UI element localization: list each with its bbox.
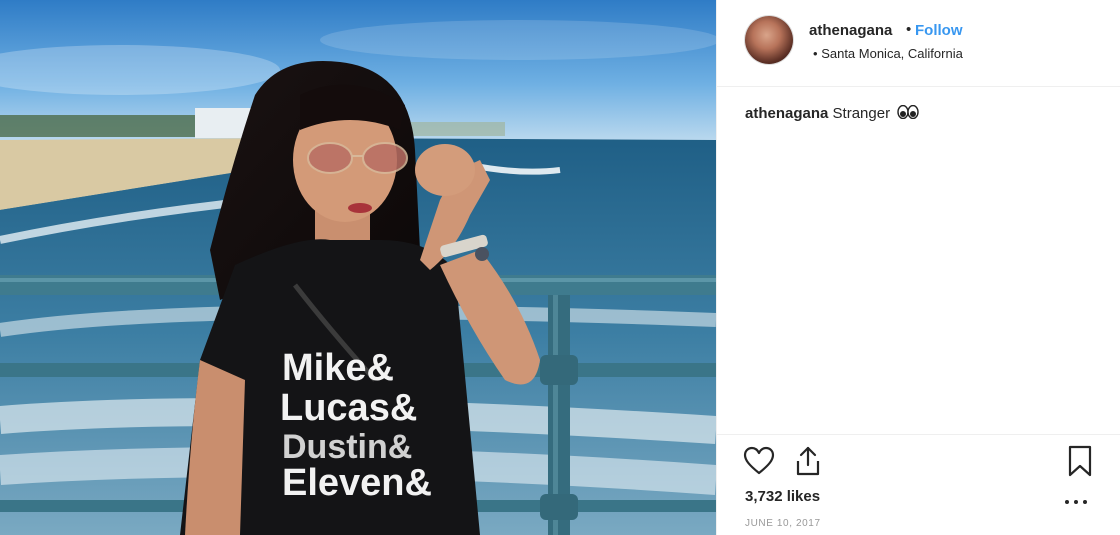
location-text: Santa Monica, California (821, 46, 963, 61)
heart-icon[interactable] (743, 446, 775, 476)
photo-illustration: Mike& Lucas& Dustin& Eleven& (0, 0, 716, 535)
shirt-line-4: Eleven& (282, 462, 432, 504)
caption-text: Stranger (832, 105, 891, 122)
likes-count[interactable]: 3,732 likes (745, 488, 820, 505)
divider (717, 434, 1120, 435)
location-link[interactable]: • Santa Monica, California (813, 46, 963, 61)
follow-button[interactable]: Follow (915, 22, 963, 39)
share-icon[interactable] (793, 445, 823, 477)
bookmark-icon[interactable] (1067, 445, 1093, 477)
shirt-line-2: Lucas& (280, 387, 417, 429)
post-side-panel: athenagana • Follow • Santa Monica, Cali… (716, 0, 1120, 535)
avatar[interactable] (745, 16, 793, 64)
post-date: JUNE 10, 2017 (745, 518, 821, 529)
separator-dot: • (906, 21, 912, 38)
more-options-icon[interactable] (1062, 492, 1092, 512)
username-link[interactable]: athenagana (809, 22, 892, 39)
post-header: athenagana • Follow • Santa Monica, Cali… (717, 0, 1120, 87)
shirt-line-3: Dustin& (282, 428, 412, 466)
post-photo[interactable]: Mike& Lucas& Dustin& Eleven& (0, 0, 716, 535)
shirt-line-1: Mike& (282, 347, 394, 389)
caption-username[interactable]: athenagana (745, 105, 828, 122)
eyes-icon (897, 104, 919, 120)
caption: athenagana Stranger (745, 104, 919, 122)
location-bullet: • (813, 46, 818, 61)
instagram-post: Mike& Lucas& Dustin& Eleven& athenagana … (0, 0, 1120, 535)
